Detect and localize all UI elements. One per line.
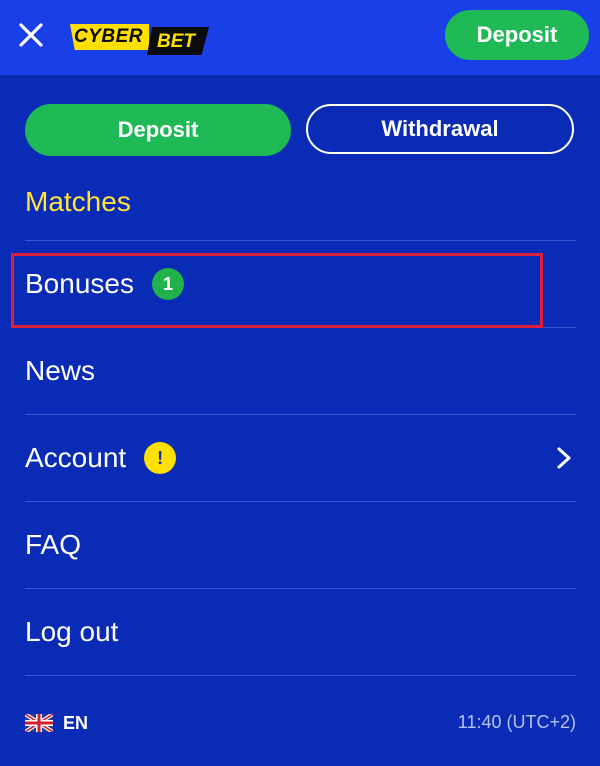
menu-item-label: Matches [25, 186, 131, 217]
menu-item-logout[interactable]: Log out [25, 589, 576, 676]
withdrawal-button[interactable]: Withdrawal [306, 104, 574, 154]
top-bar: CYBER BET Deposit [0, 0, 600, 75]
uk-flag-icon [25, 714, 53, 732]
clock-time: 11:40 (UTC+2) [457, 712, 576, 732]
account-actions: Deposit Withdrawal [25, 104, 577, 156]
close-icon [19, 23, 43, 47]
close-button[interactable] [14, 18, 48, 52]
menu-item-label: News [25, 355, 96, 386]
account-alert-badge: ! [144, 442, 177, 474]
menu-item-matches[interactable]: Matches [25, 164, 576, 241]
header-deposit-button[interactable]: Deposit [445, 10, 589, 60]
language-selector[interactable]: EN [25, 708, 88, 738]
menu-item-label: Account [25, 442, 127, 473]
logo-text-bet: BET [147, 27, 210, 55]
logo-text-cyber: CYBER [70, 24, 150, 50]
menu-item-label: Bonuses [25, 268, 134, 299]
cyberbet-logo[interactable]: CYBER BET [70, 22, 210, 55]
menu-item-news[interactable]: News [25, 328, 576, 415]
menu-item-account[interactable]: Account ! [25, 415, 576, 502]
menu-item-label: Log out [25, 616, 119, 647]
menu-item-bonuses[interactable]: Bonuses 1 [25, 241, 576, 328]
main-menu: Matches Bonuses 1 News Account ! FAQ Log… [25, 164, 576, 676]
menu-item-label: FAQ [25, 529, 82, 560]
menu-item-faq[interactable]: FAQ [25, 502, 576, 589]
language-code: EN [63, 712, 89, 733]
footer: EN 11:40 (UTC+2) [25, 708, 576, 738]
deposit-button[interactable]: Deposit [25, 104, 291, 156]
chevron-right-icon [557, 447, 571, 469]
bonus-count-badge: 1 [151, 268, 184, 300]
